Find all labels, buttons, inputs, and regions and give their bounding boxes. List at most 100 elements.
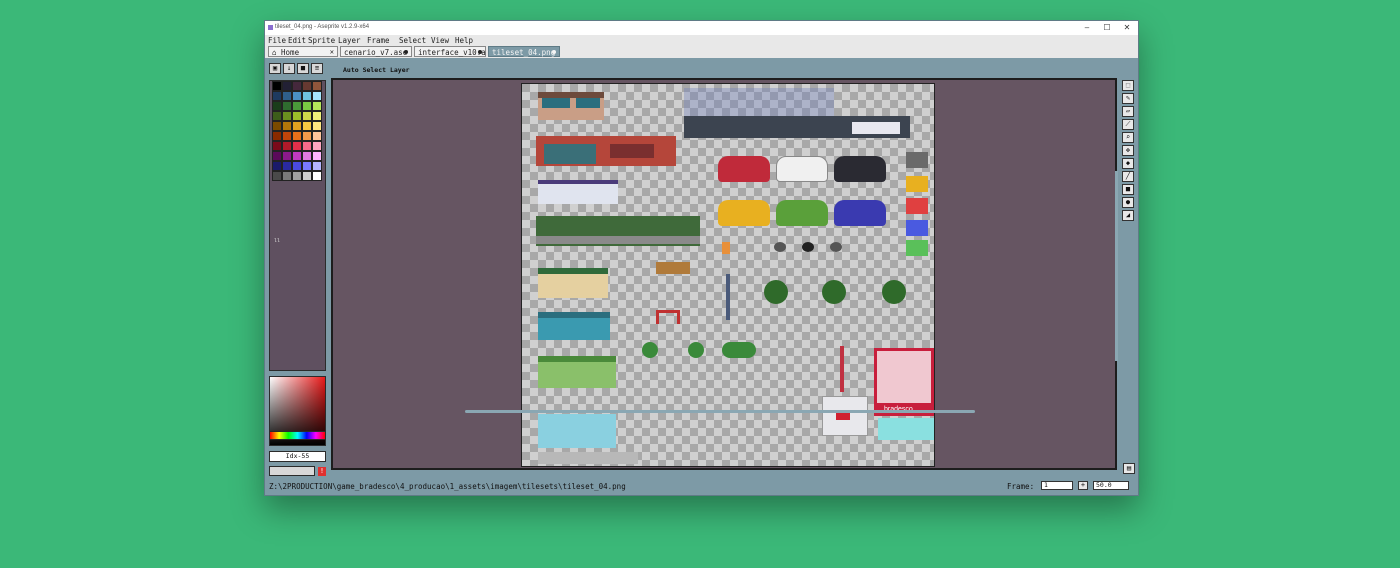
tab-interface[interactable]: interface_v10.a xyxy=(414,46,486,57)
close-icon[interactable]: ✕ xyxy=(330,47,334,58)
menu-edit[interactable]: Edit xyxy=(288,36,306,45)
palette-swatch[interactable] xyxy=(272,161,282,171)
palette-swatch[interactable] xyxy=(282,101,292,111)
palette-swatch[interactable] xyxy=(312,111,322,121)
palette-swatch[interactable] xyxy=(282,161,292,171)
tab-home[interactable]: ⌂ Home ✕ xyxy=(268,46,338,57)
palette-swatch[interactable] xyxy=(282,91,292,101)
palette-swatch[interactable] xyxy=(272,81,282,91)
palette-swatch[interactable] xyxy=(292,91,302,101)
tab-dot-icon[interactable] xyxy=(552,50,556,54)
hue-slider[interactable] xyxy=(269,431,326,440)
palette-swatch[interactable] xyxy=(302,81,312,91)
horizontal-scrollbar[interactable] xyxy=(465,410,975,413)
move-tool-icon[interactable]: ✥ xyxy=(1122,145,1134,156)
minimize-button[interactable]: – xyxy=(1077,22,1097,34)
palette-swatch[interactable] xyxy=(312,141,322,151)
palette-swatch[interactable] xyxy=(272,141,282,151)
palette-swatch[interactable] xyxy=(312,151,322,161)
palette-swatch[interactable] xyxy=(312,161,322,171)
palette-swatch[interactable] xyxy=(312,121,322,131)
palette-swatch[interactable] xyxy=(272,151,282,161)
tab-tileset[interactable]: tileset_04.png xyxy=(488,46,560,57)
menu-layer[interactable]: Layer xyxy=(338,36,361,45)
menu-frame[interactable]: Frame xyxy=(367,36,390,45)
palette-swatch[interactable] xyxy=(292,161,302,171)
palette-swatch[interactable] xyxy=(292,151,302,161)
blue-store-tile xyxy=(538,312,610,340)
modified-dot-icon[interactable] xyxy=(478,50,482,54)
palette-swatch[interactable] xyxy=(302,151,312,161)
frame-input[interactable]: 1 xyxy=(1041,481,1073,490)
auto-select-layer-option[interactable]: Auto Select Layer xyxy=(343,66,410,74)
sidewalk-tile xyxy=(536,236,700,244)
tab-cenario[interactable]: cenario_v7.ase xyxy=(340,46,412,57)
menu-help[interactable]: Help xyxy=(455,36,473,45)
palette-swatch[interactable] xyxy=(302,101,312,111)
palette-swatch[interactable] xyxy=(312,91,322,101)
palette-swatch[interactable] xyxy=(312,171,322,181)
palette-swatch[interactable] xyxy=(312,101,322,111)
save-icon[interactable]: ▣ xyxy=(269,63,281,74)
rectangle-tool-icon[interactable]: ■ xyxy=(1122,184,1134,195)
palette-swatch[interactable] xyxy=(272,111,282,121)
palette-swatch[interactable] xyxy=(272,121,282,131)
palette-swatch[interactable] xyxy=(292,141,302,151)
palette-swatch[interactable] xyxy=(302,141,312,151)
palette-swatch[interactable] xyxy=(282,121,292,131)
palette-swatch[interactable] xyxy=(272,131,282,141)
marquee-tool-icon[interactable]: ⬚ xyxy=(1122,80,1134,91)
palette-swatch[interactable] xyxy=(312,81,322,91)
palette-swatch[interactable] xyxy=(282,111,292,121)
palette-swatch[interactable] xyxy=(302,91,312,101)
warning-icon[interactable]: ! xyxy=(318,467,326,476)
menu-sprite[interactable]: Sprite xyxy=(308,36,335,45)
download-icon[interactable]: ↓ xyxy=(283,63,295,74)
palette-swatch[interactable] xyxy=(312,131,322,141)
menu-select[interactable]: Select xyxy=(399,36,426,45)
palette-swatch[interactable] xyxy=(302,171,312,181)
menu-view[interactable]: View xyxy=(431,36,449,45)
manhole-tile xyxy=(802,242,814,252)
palette-swatch[interactable] xyxy=(272,171,282,181)
palette-swatch[interactable] xyxy=(282,131,292,141)
zoom-tool-icon[interactable]: ⌕ xyxy=(1122,132,1134,143)
fg-bg-color-swatch[interactable] xyxy=(269,466,315,476)
vertical-scrollbar[interactable] xyxy=(1115,171,1118,361)
palette-swatch[interactable] xyxy=(282,171,292,181)
palette-swatch[interactable] xyxy=(292,171,302,181)
palette-swatch[interactable] xyxy=(282,151,292,161)
contour-tool-icon[interactable]: ◢ xyxy=(1122,210,1134,221)
eyedropper-tool-icon[interactable]: ⟋ xyxy=(1122,119,1134,130)
paint-bucket-tool-icon[interactable]: ◆ xyxy=(1122,158,1134,169)
palette-swatch[interactable] xyxy=(282,141,292,151)
palette-swatch[interactable] xyxy=(272,101,282,111)
ellipse-tool-icon[interactable]: ● xyxy=(1122,197,1134,208)
zoom-field[interactable]: 50.0 xyxy=(1093,481,1129,490)
maximize-button[interactable]: ☐ xyxy=(1097,22,1117,34)
eraser-tool-icon[interactable]: ▱ xyxy=(1122,106,1134,117)
menu-lines-icon[interactable]: ≡ xyxy=(311,63,323,74)
menu-file[interactable]: File xyxy=(268,36,286,45)
palette-swatch[interactable] xyxy=(272,91,282,101)
timeline-toggle-icon[interactable]: ▤ xyxy=(1123,463,1135,474)
add-frame-button[interactable]: + xyxy=(1078,481,1088,490)
palette-swatch[interactable] xyxy=(292,131,302,141)
stamp-icon[interactable]: ■ xyxy=(297,63,309,74)
palette-swatch[interactable] xyxy=(302,111,312,121)
palette-swatch[interactable] xyxy=(292,81,302,91)
palette-swatch[interactable] xyxy=(302,131,312,141)
palette-swatch[interactable] xyxy=(292,111,302,121)
color-index-field[interactable]: Idx-55 xyxy=(269,451,326,462)
close-button[interactable]: ✕ xyxy=(1117,22,1137,34)
modified-dot-icon[interactable] xyxy=(404,50,408,54)
pencil-tool-icon[interactable]: ✎ xyxy=(1122,93,1134,104)
title-bar: tileset_04.png - Aseprite v1.2.9-x64 – ☐… xyxy=(265,21,1138,35)
palette-swatch[interactable] xyxy=(292,101,302,111)
palette-swatch[interactable] xyxy=(302,161,312,171)
palette-swatch[interactable] xyxy=(302,121,312,131)
window-title: tileset_04.png - Aseprite v1.2.9-x64 xyxy=(275,24,370,30)
line-tool-icon[interactable]: ╱ xyxy=(1122,171,1134,182)
palette-swatch[interactable] xyxy=(282,81,292,91)
palette-swatch[interactable] xyxy=(292,121,302,131)
